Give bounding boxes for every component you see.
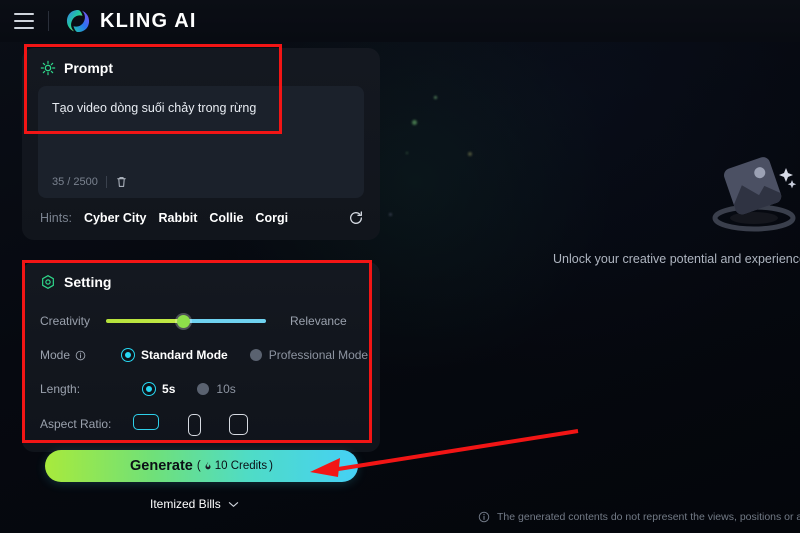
prompt-text-value: Tạo video dòng suối chảy trong rừng	[52, 101, 257, 115]
radio-length-10s[interactable]	[197, 383, 210, 395]
generate-button[interactable]: Generate ( 10 Credits )	[45, 450, 358, 482]
prompt-panel: Prompt Tạo video dòng suối chảy trong rừ…	[22, 48, 380, 240]
credits-paren-open: (	[196, 460, 201, 472]
header-divider	[48, 11, 49, 31]
itemized-bills-toggle[interactable]: Itemized Bills	[150, 497, 239, 511]
length-option-5s[interactable]: 5s	[143, 382, 175, 396]
radio-standard-mode[interactable]	[122, 349, 135, 361]
mode-option-professional[interactable]: Professional Mode	[249, 348, 369, 362]
sun-sparkle-icon	[40, 60, 56, 76]
aspect-ratio-9-16[interactable]	[188, 414, 202, 436]
hints-label: Hints:	[40, 211, 72, 225]
length-option-10s-label: 10s	[216, 382, 236, 396]
aspect-ratio-1-1[interactable]	[229, 414, 249, 435]
length-row: Length: 5s 10s	[22, 382, 380, 396]
empty-state-text: Unlock your creative potential and exper…	[553, 252, 800, 266]
relevance-label: Relevance	[290, 314, 347, 328]
radio-length-5s[interactable]	[143, 383, 156, 395]
bg-particle	[412, 120, 417, 125]
hint-chip-0[interactable]: Cyber City	[84, 211, 147, 225]
length-option-5s-label: 5s	[162, 382, 176, 396]
kling-ai-app: KLING AI Prompt Tạo video dòng suối chảy…	[0, 0, 800, 533]
creativity-slider[interactable]	[106, 314, 266, 328]
setting-title: Setting	[64, 274, 112, 290]
generate-credits: ( 10 Credits )	[197, 460, 273, 472]
bg-particle	[406, 152, 408, 154]
kling-logo-icon	[66, 9, 90, 33]
brand-logo-group[interactable]: KLING AI	[65, 8, 197, 34]
disclaimer: The generated contents do not represent …	[478, 511, 800, 523]
mode-option-professional-label: Professional Mode	[268, 348, 369, 362]
info-circle-icon	[478, 511, 490, 523]
length-option-10s[interactable]: 10s	[197, 382, 236, 396]
chevron-down-icon	[228, 501, 238, 507]
bg-particle	[389, 213, 392, 216]
brand-name: KLING AI	[100, 9, 197, 32]
info-circle-icon[interactable]	[75, 350, 86, 361]
slider-thumb[interactable]	[176, 314, 190, 328]
hamburger-menu-icon[interactable]	[14, 13, 34, 29]
flame-icon	[205, 461, 211, 470]
refresh-icon[interactable]	[348, 210, 364, 226]
hint-chip-3[interactable]: Corgi	[255, 211, 288, 225]
mode-option-standard-label: Standard Mode	[141, 348, 228, 362]
prompt-footer: 35 / 2500	[52, 175, 128, 189]
slider-track-right	[182, 319, 266, 323]
prompt-header: Prompt	[22, 48, 380, 86]
itemized-bills-label: Itemized Bills	[150, 497, 221, 511]
mode-label: Mode	[40, 348, 71, 362]
app-header: KLING AI	[0, 0, 800, 42]
footer-divider	[105, 176, 107, 188]
hints-row: Hints: Cyber City Rabbit Collie Corgi	[22, 198, 380, 240]
trash-icon[interactable]	[115, 175, 128, 189]
disclaimer-text: The generated contents do not represent …	[497, 511, 800, 523]
mode-option-standard[interactable]: Standard Mode	[122, 348, 228, 362]
hint-chip-1[interactable]: Rabbit	[158, 211, 197, 225]
prompt-textarea[interactable]: Tạo video dòng suối chảy trong rừng 35 /…	[38, 86, 364, 198]
prompt-title: Prompt	[64, 60, 113, 76]
radio-professional-mode[interactable]	[249, 349, 262, 361]
setting-header: Setting	[22, 262, 380, 300]
creativity-label: Creativity	[40, 314, 91, 328]
generate-label: Generate	[130, 458, 193, 474]
aspect-ratio-row: Aspect Ratio:	[22, 414, 380, 436]
credits-value: 10 Credits	[214, 460, 268, 472]
credits-paren-close: )	[269, 460, 273, 472]
hint-chip-2[interactable]: Collie	[209, 211, 243, 225]
setting-panel: Setting Creativity Relevance Mode Standa…	[22, 262, 380, 452]
slider-track-left	[106, 319, 183, 323]
bg-particle	[434, 96, 437, 99]
hex-gear-icon	[42, 275, 54, 289]
length-label: Length:	[40, 382, 81, 396]
creativity-row: Creativity Relevance	[22, 314, 380, 328]
bg-particle	[468, 152, 472, 156]
aspect-ratio-label: Aspect Ratio:	[40, 417, 112, 431]
mode-row: Mode Standard Mode Professional Mode	[22, 348, 380, 362]
aspect-ratio-16-9[interactable]	[133, 414, 160, 430]
char-counter: 35 / 2500	[52, 176, 98, 188]
image-placeholder-icon	[712, 157, 797, 232]
